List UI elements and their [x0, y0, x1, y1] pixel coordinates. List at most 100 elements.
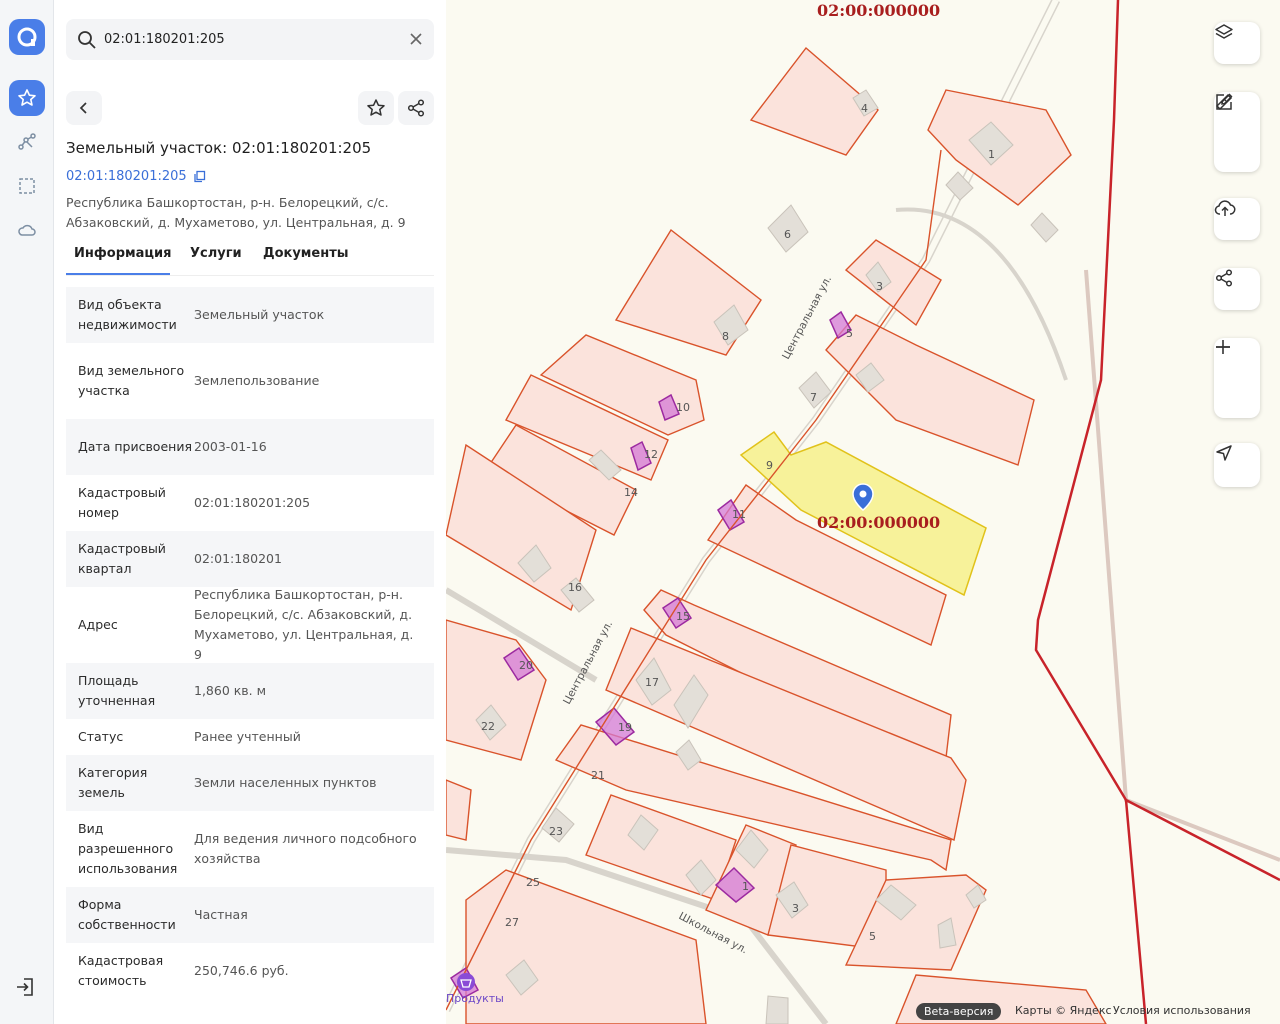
route-icon [18, 133, 36, 150]
info-row: Площадь уточненная 1,860 кв. м [66, 663, 434, 719]
object-address: Республика Башкортостан, р-н. Белорецкий… [66, 195, 406, 230]
info-row: Кадастровая стоимость 250,746.6 руб. [66, 943, 434, 999]
share-icon [1215, 269, 1233, 287]
search-input[interactable] [104, 19, 394, 60]
house-number: 9 [766, 459, 773, 472]
star-icon [18, 89, 36, 106]
house-number: 16 [568, 581, 582, 594]
info-key: Кадастровая стоимость [78, 953, 164, 988]
house-number: 6 [784, 228, 791, 241]
map-attribution[interactable]: Карты © Яндекс [1015, 1004, 1112, 1017]
house-number: 5 [846, 327, 853, 340]
object-title: Земельный участок: 02:01:180201:205 [66, 139, 372, 157]
info-value: 2003-01-16 [194, 439, 267, 454]
star-outline-icon [367, 99, 385, 116]
building [1030, 212, 1059, 243]
favorites-rail-button[interactable] [9, 80, 45, 116]
map-canvas[interactable]: 4 1 6 3 8 5 7 10 9 12 14 11 16 15 20 17 … [446, 0, 1280, 1024]
share-icon [407, 99, 425, 117]
parcels [446, 46, 1107, 1024]
quarter-label: 02:00:000000 [817, 513, 940, 532]
object-panel: Земельный участок: 02:01:180201:205 02:0… [54, 0, 461, 1024]
edit-icon [1216, 93, 1233, 110]
active-tab-indicator [66, 273, 170, 275]
quarter-boundary [1125, 798, 1280, 882]
info-row: Кадастровый квартал 02:01:180201 [66, 531, 434, 587]
info-value: 250,746.6 руб. [194, 963, 289, 978]
street-label: Центральная ул. [780, 274, 834, 362]
search-box [66, 19, 434, 60]
info-value: Для ведения личного подсобного хозяйства [194, 831, 417, 866]
map-view[interactable]: 4 1 6 3 8 5 7 10 9 12 14 11 16 15 20 17 … [446, 0, 1280, 1024]
layers-icon [1215, 24, 1233, 39]
house-number: 1 [988, 148, 995, 161]
house-number: 12 [644, 448, 658, 461]
house-number: 15 [676, 610, 690, 623]
house-number: 25 [526, 876, 540, 889]
info-value: Земельный участок [194, 307, 325, 322]
info-row: Категория земель Земли населенных пунктов [66, 755, 434, 811]
poi-label[interactable]: Продукты [446, 992, 504, 1005]
info-key: Вид объекта недвижимости [78, 297, 177, 332]
info-value: 02:01:180201 [194, 551, 282, 566]
tab-services[interactable]: Услуги [190, 246, 242, 261]
logout-button[interactable] [14, 976, 40, 998]
select-area-rail-button[interactable] [9, 168, 45, 204]
add-favorite-button[interactable] [358, 91, 394, 125]
house-number: 10 [676, 401, 690, 414]
terms-link[interactable]: Условия использования [1113, 1004, 1251, 1017]
house-number: 27 [505, 916, 519, 929]
parcel[interactable] [825, 314, 1035, 466]
minus-icon [1216, 346, 1230, 348]
cloud-rail-button[interactable] [9, 212, 45, 248]
info-key: Категория земель [78, 765, 148, 800]
dashed-square-icon [19, 178, 35, 194]
quarter-label: 02:00:000000 [817, 1, 940, 20]
house-number: 21 [591, 769, 605, 782]
info-row: Адрес Республика Башкортостан, р-н. Белор… [66, 587, 434, 663]
shop-poi-icon[interactable] [457, 973, 475, 991]
info-value: Ранее учтенный [194, 729, 301, 744]
upload-button[interactable] [1214, 198, 1260, 240]
info-row: Вид объекта недвижимости Земельный участо… [66, 287, 434, 343]
info-row: Форма собственности Частная [66, 887, 434, 943]
house-number: 17 [645, 676, 659, 689]
house-number: 3 [792, 902, 799, 915]
parcel[interactable] [446, 779, 472, 841]
info-value: Республика Башкортостан, р-н. Белорецкий… [194, 587, 414, 662]
info-value: 02:01:180201:205 [194, 495, 311, 510]
info-key: Статус [78, 729, 124, 744]
info-key: Форма собственности [78, 897, 176, 932]
info-row: Кадастровый номер 02:01:180201:205 [66, 475, 434, 531]
tab-bar: Информация Услуги Документы [66, 244, 434, 276]
cadastral-number-link[interactable]: 02:01:180201:205 [66, 169, 206, 184]
share-button[interactable] [398, 91, 434, 125]
house-number: 5 [869, 930, 876, 943]
navigation-arrow-icon [1216, 445, 1232, 461]
info-row: Вид земельного участка Землепользование [66, 343, 434, 419]
house-number: 7 [810, 391, 817, 404]
back-button[interactable] [66, 91, 102, 125]
route-rail-button[interactable] [9, 124, 45, 160]
building [765, 995, 789, 1024]
info-row: Статус Ранее учтенный [66, 719, 434, 755]
cadastral-number-text[interactable]: 02:01:180201:205 [66, 169, 187, 184]
info-value: Земли населенных пунктов [194, 775, 377, 790]
my-location-button[interactable] [1214, 443, 1260, 487]
search-icon [78, 31, 96, 49]
app-logo[interactable] [9, 19, 45, 55]
tab-documents[interactable]: Документы [263, 246, 349, 261]
info-row: Вид разрешенного использования Для ведени… [66, 811, 434, 887]
house-number: 8 [722, 330, 729, 343]
house-number: 4 [861, 102, 868, 115]
map-share-button[interactable] [1214, 268, 1260, 310]
logout-icon [17, 978, 33, 996]
house-number: 11 [732, 508, 746, 521]
info-key: Кадастровый квартал [78, 541, 166, 576]
clear-search-button[interactable] [406, 29, 426, 49]
tab-information[interactable]: Информация [74, 246, 172, 261]
house-number: 20 [519, 659, 533, 672]
layers-button[interactable] [1214, 22, 1260, 64]
close-icon [410, 33, 422, 45]
copy-icon[interactable] [193, 170, 206, 183]
